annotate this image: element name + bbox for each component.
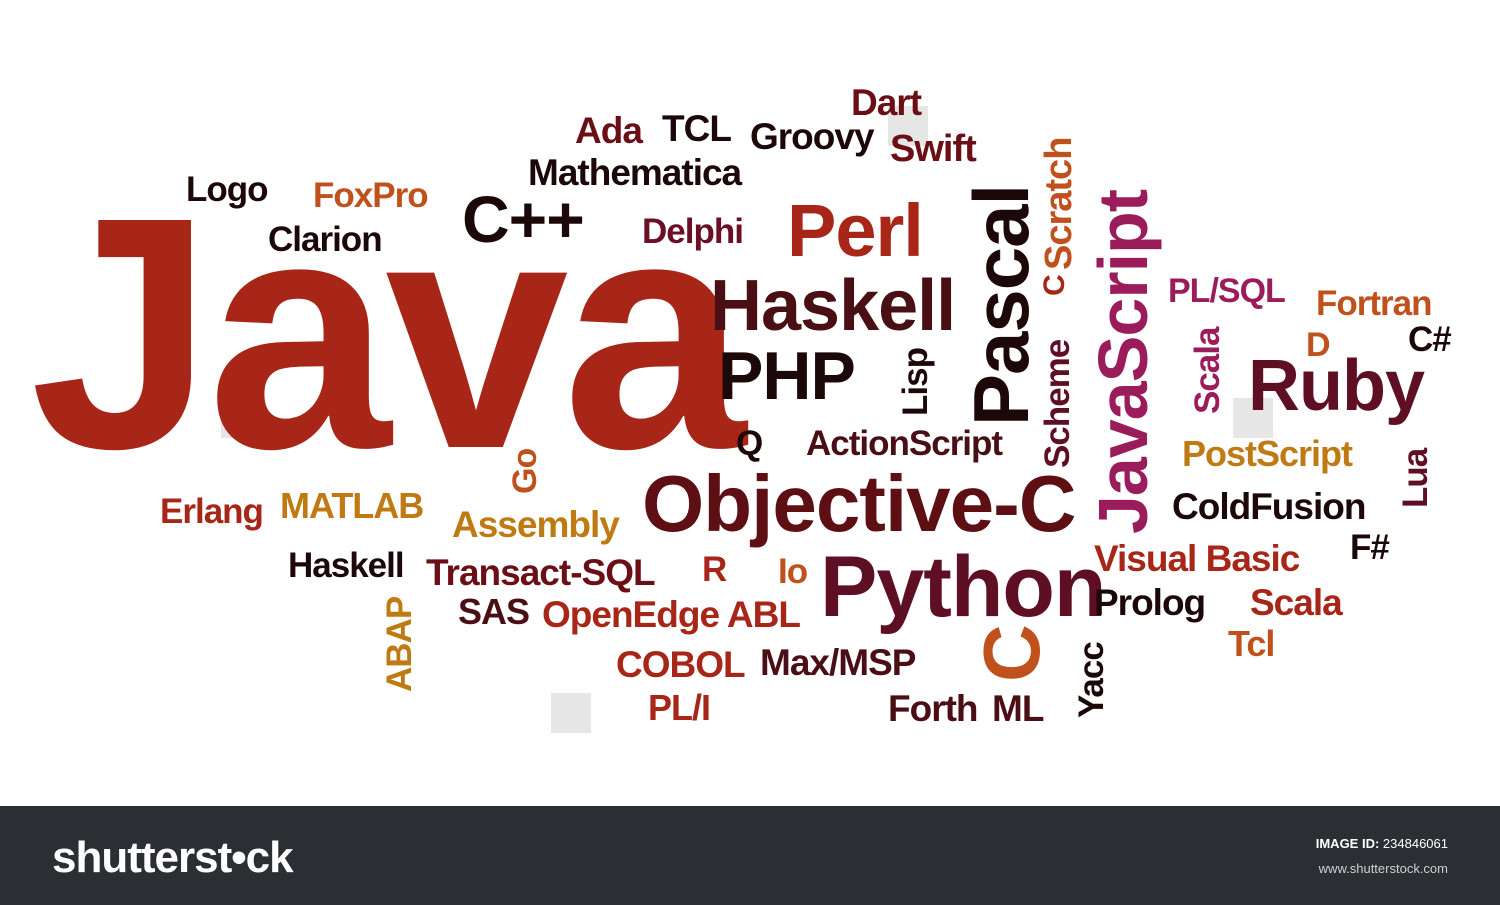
word-perl: Perl [787,189,924,272]
word-erlang: Erlang [160,492,264,531]
word-clarion: Clarion [268,220,383,259]
word-tcl-upper: TCL [662,108,732,149]
word-q: Q [736,424,763,463]
word-scheme: Scheme [1038,339,1077,468]
word-f-sharp: F# [1350,528,1390,567]
word-fortran: Fortran [1316,284,1432,323]
word-delphi: Delphi [642,212,744,251]
word-go: Go [506,448,544,494]
word-actionscript: ActionScript [806,424,1003,463]
word-coldfusion: ColdFusion [1172,486,1366,527]
image-id-value: 234846061 [1382,836,1448,851]
word-c-plus-plus: C++ [462,182,585,256]
image-id-label: IMAGE ID: [1315,836,1380,851]
footer-bar: shutterst•ck IMAGE ID: 234846061 www.shu… [0,806,1500,905]
word-scala: Scala [1250,582,1343,623]
watermark-square [551,693,591,733]
word-foxpro: FoxPro [313,176,429,215]
word-scratch: Scratch [1038,137,1080,270]
word-c-big: C [967,625,1056,682]
word-lua: Lua [1396,448,1435,508]
word-scala-vertical: Scala [1188,327,1227,414]
brand-logo: shutterst•ck [52,833,294,882]
word-php: PHP [718,338,856,414]
word-objective-c: Objective-C [642,459,1077,548]
site-url: www.shutterstock.com [1318,861,1448,876]
word-forth: Forth [888,688,979,729]
word-assembly: Assembly [452,504,620,545]
word-visual-basic: Visual Basic [1094,538,1300,579]
word-haskell: Haskell [710,266,956,346]
word-javascript: JavaScript [1084,189,1162,534]
word-swift: Swift [890,128,977,170]
word-openedge-abl: OpenEdge ABL [542,594,801,635]
word-java: Java [30,148,746,517]
word-abap: ABAP [380,596,419,692]
word-sas: SAS [458,591,530,632]
word-d: D [1306,326,1331,364]
word-haskell-small: Haskell [288,546,405,585]
word-matlab: MATLAB [280,485,424,526]
word-groovy: Groovy [750,116,875,157]
word-tcl: Tcl [1228,623,1275,664]
word-postscript: PostScript [1182,433,1353,474]
word-yacc: Yacc [1072,642,1111,718]
word-python: Python [820,539,1106,635]
word-pascal: Pascal [957,184,1045,426]
word-cobol: COBOL [616,644,746,685]
word-lisp: Lisp [896,348,935,416]
word-logo: Logo [186,170,269,209]
word-pl-i: PL/I [648,687,711,728]
word-r: R [702,550,727,589]
word-cloud: Java Perl Haskell PHP Pascal JavaScript … [0,0,1500,806]
word-ada: Ada [575,110,643,151]
word-mathematica: Mathematica [528,152,742,193]
word-c-sharp: C# [1408,320,1452,359]
word-ml: ML [992,688,1044,729]
word-c-small: C [1038,275,1071,296]
word-pl-sql: PL/SQL [1168,272,1286,310]
image-id: IMAGE ID: 234846061 [1316,837,1448,850]
word-max-msp: Max/MSP [760,642,916,683]
word-io: Io [778,552,808,591]
word-transact-sql: Transact-SQL [426,552,656,593]
word-prolog: Prolog [1094,582,1206,623]
word-ruby: Ruby [1248,346,1425,426]
